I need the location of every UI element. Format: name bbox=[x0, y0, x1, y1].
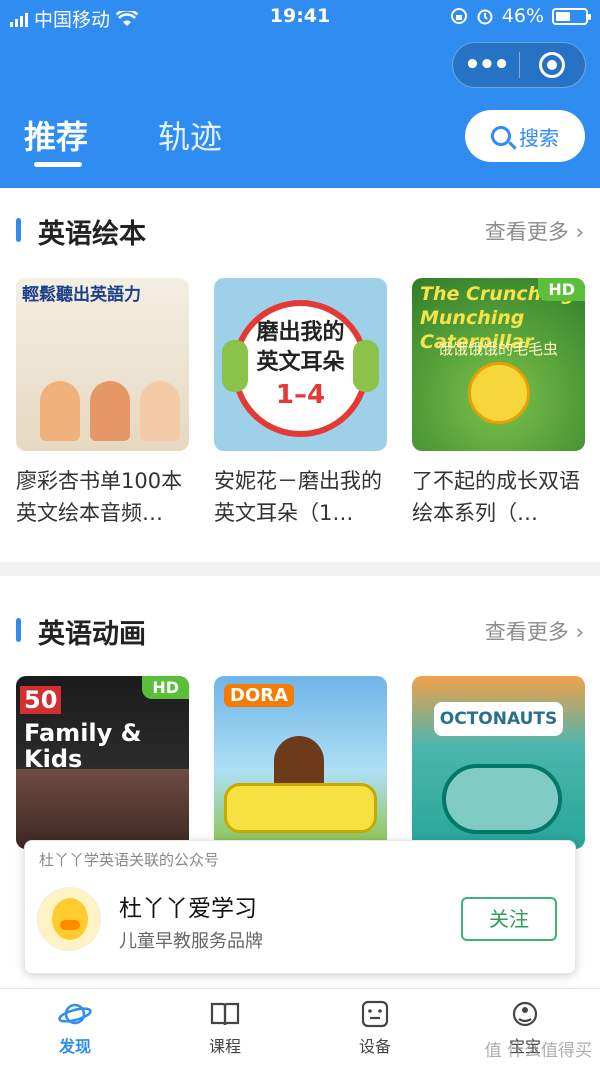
book-caption: 廖彩杏书单100本英文绘本音频… bbox=[16, 469, 183, 525]
search-icon bbox=[491, 126, 511, 146]
section-header-picture-books: 英语绘本 查看更多 › bbox=[0, 210, 600, 250]
target-icon bbox=[539, 52, 566, 78]
book-cover: 磨出我的英文耳朵 1–4 bbox=[214, 278, 387, 451]
video-card[interactable]: 50 Family & Kids Movies HD bbox=[16, 676, 189, 849]
section-header-animations: 英语动画 查看更多 › bbox=[0, 610, 600, 650]
official-account-popup: 杜丫丫学英语关联的公众号 杜丫丫爱学习 儿童早教服务品牌 关注 bbox=[24, 840, 576, 974]
alarm-icon bbox=[477, 9, 493, 25]
section-accent-bar bbox=[16, 218, 21, 242]
book-card[interactable]: The Crunching Munching Caterpillar 饿饿饿饿的… bbox=[412, 278, 585, 529]
video-card[interactable]: DORA bbox=[214, 676, 387, 849]
popup-hint: 杜丫丫学英语关联的公众号 bbox=[39, 851, 220, 869]
video-card[interactable]: OCTONAUTS bbox=[412, 676, 585, 849]
baby-icon bbox=[512, 1001, 538, 1027]
book-caption: 安妮花－磨出我的英文耳朵（1… bbox=[214, 469, 382, 525]
hd-badge: HD bbox=[538, 278, 585, 301]
battery-percent: 46% bbox=[501, 5, 544, 27]
section-divider bbox=[0, 562, 600, 576]
active-tab-indicator bbox=[34, 162, 82, 167]
account-name: 杜丫丫爱学习 bbox=[119, 896, 257, 922]
tabbar-item-device[interactable]: 设备 bbox=[300, 989, 450, 1067]
app-header: 中国移动 19:41 46% ••• 推荐 轨迹 搜索 bbox=[0, 0, 600, 188]
tabbar-item-discover[interactable]: 发现 bbox=[0, 989, 150, 1067]
book-icon bbox=[210, 1002, 240, 1026]
book-cover: The Crunching Munching Caterpillar 饿饿饿饿的… bbox=[412, 278, 585, 451]
video-cover: OCTONAUTS bbox=[412, 676, 585, 849]
book-cover: 輕鬆聽出英語力 bbox=[16, 278, 189, 451]
tab-history[interactable]: 轨迹 bbox=[158, 112, 222, 158]
planet-icon bbox=[58, 1003, 92, 1025]
watermark: 值 什么值得买 bbox=[484, 1041, 592, 1061]
video-cover: 50 Family & Kids Movies HD bbox=[16, 676, 189, 849]
section-title: 英语动画 bbox=[38, 619, 146, 650]
section-title: 英语绘本 bbox=[38, 219, 146, 250]
status-bar: 中国移动 19:41 46% bbox=[0, 0, 600, 34]
rotation-lock-icon bbox=[450, 8, 467, 24]
book-caption: 了不起的成长双语绘本系列（… bbox=[412, 469, 580, 525]
battery-icon bbox=[552, 7, 591, 25]
miniprogram-capsule: ••• bbox=[452, 42, 586, 88]
close-miniprogram-button[interactable] bbox=[520, 52, 585, 78]
search-button[interactable]: 搜索 bbox=[465, 110, 585, 162]
book-card[interactable]: 磨出我的英文耳朵 1–4 安妮花－磨出我的英文耳朵（1… bbox=[214, 278, 387, 529]
video-cover: DORA bbox=[214, 676, 387, 849]
follow-button[interactable]: 关注 bbox=[461, 897, 557, 941]
duck-icon bbox=[52, 898, 88, 940]
device-icon bbox=[361, 1000, 389, 1028]
account-avatar bbox=[37, 887, 101, 951]
account-description: 儿童早教服务品牌 bbox=[119, 931, 263, 952]
see-more-link[interactable]: 查看更多 › bbox=[485, 616, 584, 646]
section-accent-bar bbox=[16, 618, 21, 642]
tabbar-item-course[interactable]: 课程 bbox=[150, 989, 300, 1067]
hd-badge: HD bbox=[142, 676, 189, 699]
book-card[interactable]: 輕鬆聽出英語力 廖彩杏书单100本英文绘本音频… bbox=[16, 278, 189, 529]
more-menu-button[interactable]: ••• bbox=[453, 42, 519, 88]
see-more-link[interactable]: 查看更多 › bbox=[485, 216, 584, 246]
tab-recommend[interactable]: 推荐 bbox=[24, 112, 88, 167]
